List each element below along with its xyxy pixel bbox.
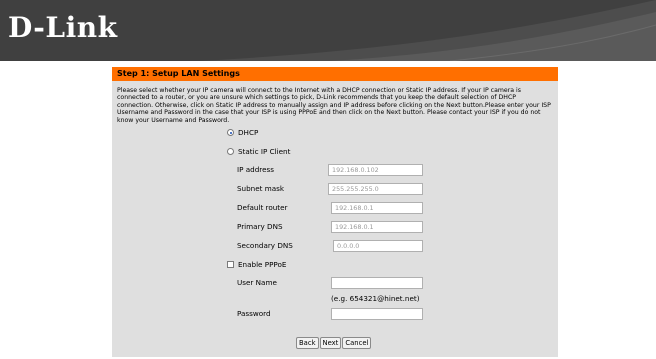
subnet-mask-label: Subnet mask bbox=[237, 184, 285, 194]
static-ip-label: Static IP Client bbox=[238, 147, 291, 157]
wizard-button-bar: Back Next Cancel bbox=[296, 330, 372, 350]
setup-wizard-panel: Step 1: Setup LAN Settings Please select… bbox=[112, 67, 558, 357]
static-ip-option[interactable]: Static IP Client bbox=[227, 147, 290, 157]
wizard-description: Please select whether your IP camera wil… bbox=[117, 87, 551, 124]
enable-pppoe-option[interactable]: Enable PPPoE bbox=[227, 260, 286, 270]
subnet-mask-input[interactable]: 255.255.255.0 bbox=[328, 183, 423, 196]
static-ip-radio[interactable] bbox=[227, 148, 234, 156]
password-label: Password bbox=[237, 309, 271, 319]
enable-pppoe-checkbox[interactable] bbox=[227, 261, 234, 269]
default-router-label: Default router bbox=[237, 203, 288, 213]
ip-address-input[interactable]: 192.168.0.102 bbox=[328, 164, 423, 177]
username-label: User Name bbox=[237, 278, 277, 288]
password-input[interactable] bbox=[331, 308, 423, 321]
dhcp-radio[interactable] bbox=[227, 129, 234, 137]
default-router-input[interactable]: 192.168.0.1 bbox=[331, 202, 423, 215]
primary-dns-label: Primary DNS bbox=[237, 222, 283, 232]
ip-address-label: IP address bbox=[237, 165, 274, 175]
dhcp-label: DHCP bbox=[238, 128, 259, 138]
primary-dns-input[interactable]: 192.168.0.1 bbox=[331, 221, 423, 234]
username-hint: (e.g. 654321@hinet.net) bbox=[331, 294, 420, 304]
secondary-dns-label: Secondary DNS bbox=[237, 241, 293, 251]
lan-settings-form: DHCP Static IP Client IP address 192.168… bbox=[112, 124, 558, 350]
secondary-dns-input[interactable]: 0.0.0.0 bbox=[333, 240, 423, 253]
cancel-button[interactable]: Cancel bbox=[342, 337, 372, 350]
header-banner: D-Link bbox=[0, 0, 656, 61]
next-button[interactable]: Next bbox=[319, 337, 342, 350]
username-input[interactable] bbox=[331, 277, 423, 290]
wizard-title: Step 1: Setup LAN Settings bbox=[112, 67, 558, 81]
dlink-logo: D-Link bbox=[8, 11, 118, 44]
dhcp-option[interactable]: DHCP bbox=[227, 128, 258, 138]
enable-pppoe-label: Enable PPPoE bbox=[238, 260, 287, 270]
back-button[interactable]: Back bbox=[296, 337, 319, 350]
